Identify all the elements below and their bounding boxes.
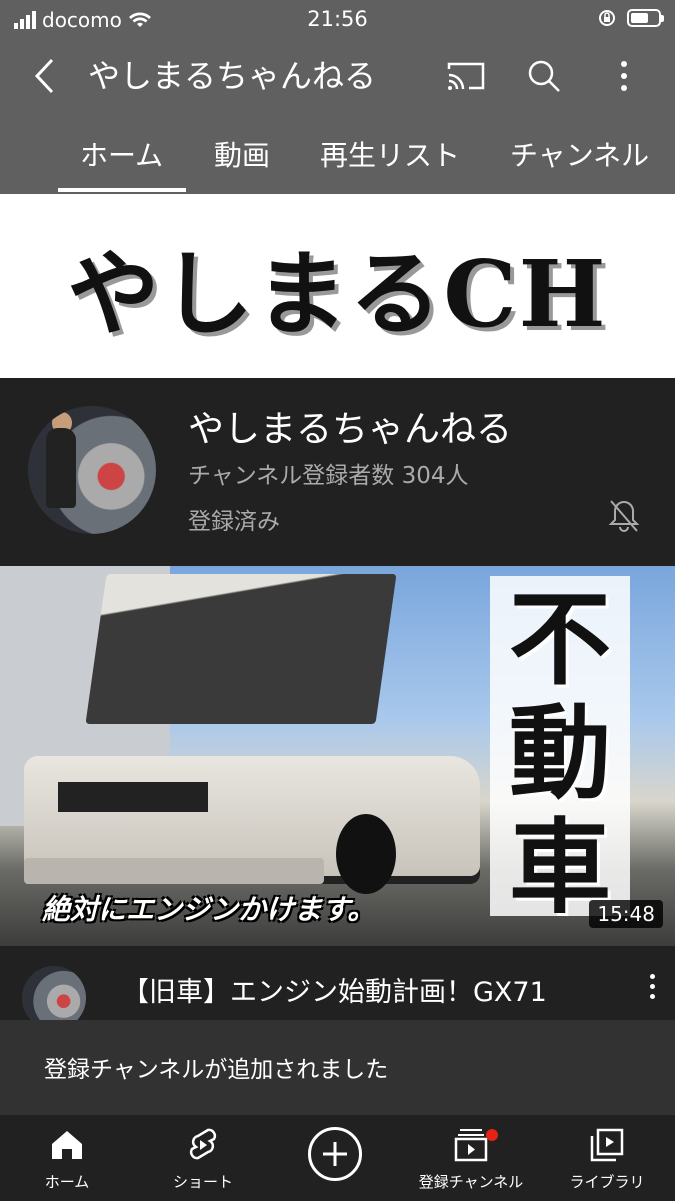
tab-channels[interactable]: チャンネル [510,134,649,174]
status-bar: docomo 21:56 [0,0,675,40]
nav-subscriptions[interactable]: 登録チャンネル [406,1125,536,1192]
snackbar: 登録チャンネルが追加されました [0,1020,675,1114]
thumbnail-vertical-char: 不 [509,580,611,700]
subscriber-count: チャンネル登録者数 304人 [188,463,469,489]
tab-videos[interactable]: 動画 [214,134,270,174]
channel-name: やしまるちゃんねる [188,409,513,450]
channel-banner: やしまるCH [0,194,675,378]
create-button[interactable] [308,1127,362,1181]
search-button[interactable] [522,54,566,98]
video-thumbnail[interactable]: 不 動 車 絶対にエンジンかけます。 15:48 [0,566,675,946]
cast-button[interactable] [444,54,488,98]
nav-home-label: ホーム [44,1173,90,1191]
nav-home[interactable]: ホーム [2,1125,132,1192]
more-icon [649,973,655,979]
status-right [597,8,664,28]
thumbnail-caption: 絶対にエンジンかけます。 [42,893,376,926]
app-bar: やしまるちゃんねる [0,40,675,112]
bottom-nav: ホーム ショート 登録チャンネル ライブラリ [0,1114,675,1201]
library-icon [590,1128,624,1162]
video-channel-avatar[interactable] [22,966,86,1020]
thumbnail-car-bumper [24,858,324,884]
more-button[interactable] [602,54,646,98]
channel-avatar[interactable] [28,406,156,534]
tab-home[interactable]: ホーム [80,134,163,174]
tab-playlists[interactable]: 再生リスト [320,134,460,174]
nav-shorts[interactable]: ショート [138,1125,268,1192]
back-button[interactable] [24,54,64,98]
video-duration: 15:48 [589,900,663,928]
notification-dot [486,1129,498,1141]
status-time: 21:56 [307,7,368,31]
cast-icon [447,62,485,90]
video-title[interactable]: 【旧車】エンジン始動計画！GX71 [122,970,547,1009]
create-icon [323,1142,347,1166]
avatar-person-body [46,428,76,508]
thumbnail-car-hood [85,574,397,724]
search-icon [528,60,560,92]
channel-title: やしまるちゃんねる [88,57,377,95]
nav-library-label: ライブラリ [569,1173,645,1191]
thumbnail-vertical-char: 動 [509,694,611,814]
nav-subscriptions-label: 登録チャンネル [418,1173,524,1191]
more-icon [621,61,627,91]
shorts-icon [189,1128,217,1160]
tab-indicator [58,188,186,192]
back-icon [34,58,54,94]
nav-shorts-label: ショート [172,1173,233,1191]
subscriptions-icon [454,1129,488,1162]
video-more-button[interactable] [636,968,668,1004]
channel-tabs: ホーム 動画 再生リスト チャンネル [0,112,675,194]
snackbar-message: 登録チャンネルが追加されました [44,1057,389,1083]
banner-text: やしまるCH [67,239,608,348]
channel-header: やしまるちゃんねる チャンネル登録者数 304人 登録済み [0,378,675,566]
nav-library[interactable]: ライブラリ [542,1125,672,1192]
thumbnail-car-grille [58,782,208,812]
bell-off-icon [608,500,640,532]
orientation-lock-icon [599,10,615,26]
thumbnail-car-wheel [336,814,396,894]
notification-bell-button[interactable] [600,492,648,540]
video-meta: 【旧車】エンジン始動計画！GX71 [0,946,675,1020]
battery-icon [627,9,664,27]
subscribe-status[interactable]: 登録済み [188,502,280,536]
home-icon [52,1131,82,1159]
